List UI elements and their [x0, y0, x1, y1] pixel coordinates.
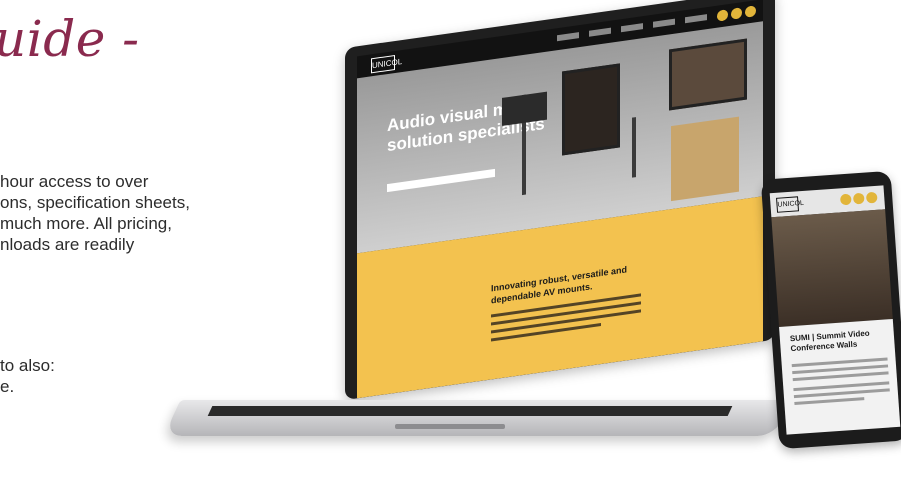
- nav-item: [685, 14, 707, 24]
- video-wall-image: [669, 38, 747, 111]
- laptop-trackpad-notch: [395, 424, 505, 429]
- intro-line: nloads are readily: [0, 235, 135, 254]
- nav-circle-icon: [865, 191, 878, 204]
- conference-room-image: [771, 209, 893, 327]
- secondary-line: to also:: [0, 356, 55, 375]
- laptop-site-logo: UNICOL: [371, 54, 402, 74]
- page-heading: uide -: [0, 10, 140, 68]
- nav-item: [589, 27, 611, 37]
- nav-item: [557, 32, 579, 42]
- phone-device: UNICOL SUMI | Summit Video Conference Wa…: [760, 170, 901, 450]
- nav-circle-icon: [852, 192, 865, 205]
- phone-card: SUMI | Summit Video Conference Walls: [779, 318, 901, 435]
- intro-line: much more. All pricing,: [0, 214, 172, 233]
- secondary-line: e.: [0, 377, 15, 396]
- hero-search-bar: [387, 168, 495, 193]
- text-line: [794, 397, 865, 406]
- text-line: [491, 323, 601, 342]
- nav-item: [653, 18, 675, 28]
- nav-circle-icon: [745, 5, 756, 18]
- laptop-hinge: [207, 406, 733, 416]
- secondary-paragraph: to also: e.: [0, 355, 55, 397]
- phone-card-title: SUMI | Summit Video Conference Walls: [789, 328, 870, 354]
- intro-line: ons, specification sheets,: [0, 193, 190, 212]
- display-image: [562, 63, 620, 156]
- wood-cabinet-image: [671, 116, 739, 202]
- nav-circle-icon: [731, 7, 742, 20]
- nav-item: [621, 23, 643, 33]
- phone-site-logo: UNICOL: [776, 196, 804, 213]
- nav-circle-icon: [839, 193, 852, 206]
- mount-stand-image: [632, 117, 636, 178]
- laptop-screen: UNICOL Audio visual mount solution speci…: [345, 0, 775, 400]
- intro-paragraph: hour access to over ons, specification s…: [0, 171, 190, 255]
- nav-circle-icon: [717, 9, 728, 22]
- intro-line: hour access to over: [0, 172, 149, 191]
